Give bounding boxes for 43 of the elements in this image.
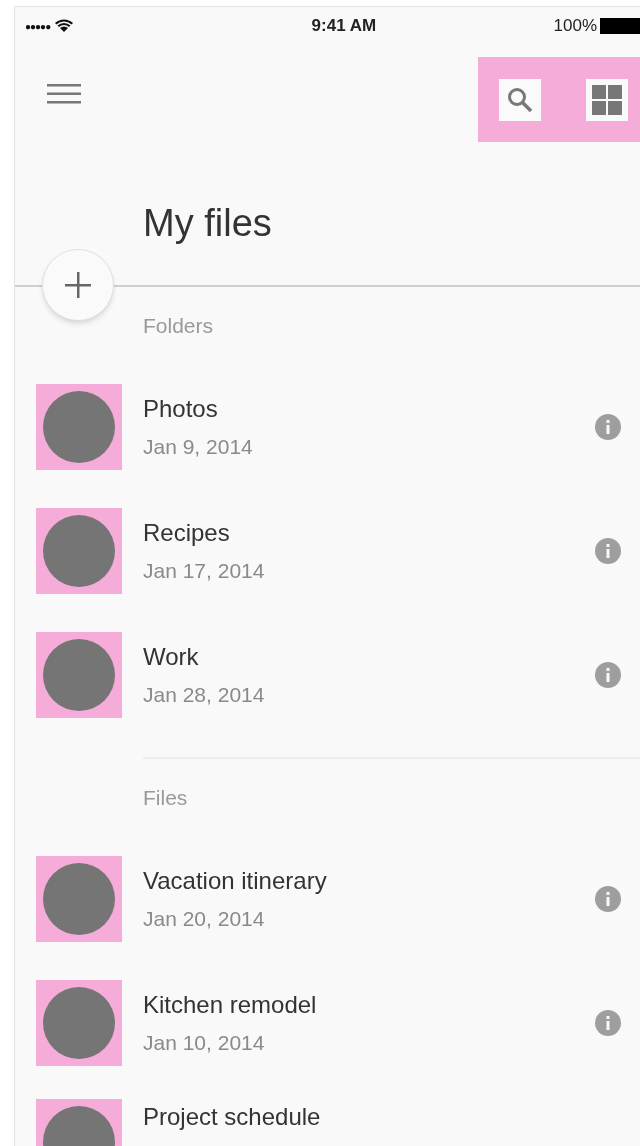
item-date: Jan 9, 2014: [143, 434, 254, 461]
section-label: Folders: [143, 313, 214, 340]
item-name: Recipes: [143, 518, 231, 549]
battery-percent: 100%: [553, 15, 597, 38]
info-icon: [595, 886, 621, 912]
item-name: Work: [143, 642, 200, 673]
info-icon: [595, 1010, 621, 1036]
info-icon: [595, 662, 621, 688]
item-name: Kitchen remodel: [143, 990, 318, 1021]
search-button[interactable]: [499, 78, 541, 121]
item-date: Jan 20, 2014: [143, 906, 266, 933]
item-date: Jan 28, 2014: [143, 682, 266, 709]
battery-icon: [600, 18, 640, 34]
item-name: Photos: [143, 394, 219, 425]
list-item[interactable]: Work Jan 28, 2014: [15, 613, 640, 737]
info-icon: [595, 538, 621, 564]
info-button[interactable]: [594, 661, 622, 689]
info-button[interactable]: [594, 1009, 622, 1037]
info-icon: [595, 414, 621, 440]
grid-icon: [592, 84, 622, 115]
item-name: Vacation itinerary: [143, 866, 328, 897]
list-item[interactable]: Vacation itinerary Jan 20, 2014: [15, 837, 640, 961]
menu-button[interactable]: [47, 83, 81, 105]
signal-strength: ●●●●●: [25, 19, 51, 34]
item-date: Jan 10, 2014: [143, 1030, 266, 1057]
status-time: 9:41 AM: [311, 15, 377, 38]
wifi-icon: [54, 19, 75, 33]
list-item[interactable]: Recipes Jan 17, 2014: [15, 489, 640, 613]
list-item[interactable]: Photos Jan 9, 2014: [15, 365, 640, 489]
item-name: Project schedule: [143, 1102, 322, 1132]
info-button[interactable]: [594, 885, 622, 913]
plus-icon: [65, 272, 91, 298]
grid-view-button[interactable]: [586, 78, 628, 121]
item-date: Jan 17, 2014: [143, 558, 266, 585]
list-item[interactable]: Kitchen remodel Jan 10, 2014: [15, 961, 640, 1085]
list-item[interactable]: Project schedule: [15, 1085, 640, 1146]
menu-icon: [47, 83, 81, 105]
add-button[interactable]: [42, 249, 114, 321]
section-label: Files: [143, 785, 188, 812]
info-button[interactable]: [594, 413, 622, 441]
page-title: My files: [143, 202, 272, 244]
search-icon: [506, 85, 534, 114]
info-button[interactable]: [594, 537, 622, 565]
